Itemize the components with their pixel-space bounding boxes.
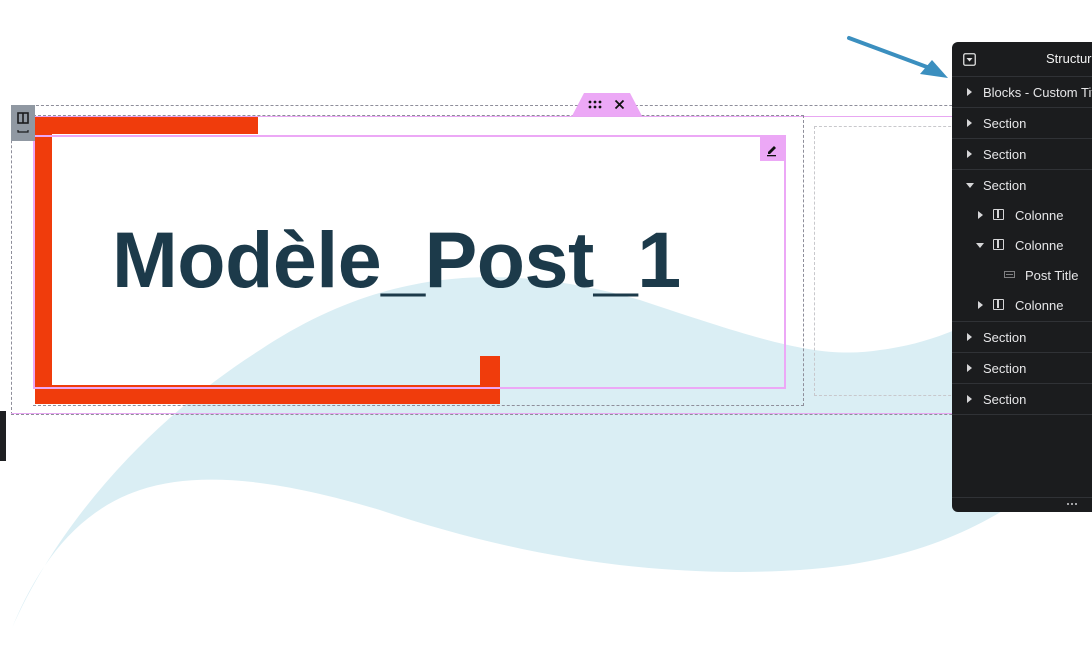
empty-column[interactable] — [814, 126, 966, 396]
tree-item-section[interactable]: Section — [952, 353, 1092, 384]
tree-item-column[interactable]: Colonne — [952, 290, 1092, 322]
section-handle[interactable] — [572, 93, 642, 116]
tree-item-section[interactable]: Blocks - Custom Title — [952, 77, 1092, 108]
tree-item-section[interactable]: Section — [952, 384, 1092, 415]
more-icon[interactable] — [1066, 502, 1078, 506]
post-title[interactable]: Modèle_Post_1 — [112, 212, 681, 308]
section-selection-line — [11, 413, 1092, 414]
tree-item-label: Section — [983, 178, 1027, 193]
tree-item-label: Section — [983, 116, 1027, 131]
tree-item-section[interactable]: Section — [952, 108, 1092, 139]
expand-icon[interactable] — [967, 364, 972, 372]
tree-item-section[interactable]: Section — [952, 170, 1092, 200]
expand-icon[interactable] — [967, 395, 972, 403]
expand-icon[interactable] — [978, 301, 983, 309]
tree-item-label: Colonne — [1015, 238, 1064, 253]
expand-icon[interactable] — [967, 88, 972, 96]
pencil-icon — [767, 146, 776, 157]
tree-item-section[interactable]: Section — [952, 139, 1092, 170]
tree-item-label: Section — [983, 392, 1027, 407]
tree-item-label: Colonne — [1015, 298, 1064, 313]
column-handle[interactable] — [11, 105, 35, 141]
expand-icon[interactable] — [978, 211, 983, 219]
structure-panel-header: Structure — [952, 42, 1092, 77]
structure-panel: Structure Blocks - Custom Title Section … — [952, 42, 1092, 512]
side-toggle[interactable] — [0, 411, 6, 461]
collapse-tree-icon[interactable] — [976, 243, 984, 248]
expand-icon[interactable] — [967, 119, 972, 127]
collapse-icon[interactable] — [963, 53, 976, 66]
column-icon — [993, 209, 1004, 220]
title-widget-icon — [1004, 271, 1015, 278]
tree-item-label: Post Title — [1025, 268, 1079, 283]
tree-item-column[interactable]: Colonne — [952, 200, 1092, 230]
tree-item-label: Section — [983, 147, 1027, 162]
column-icon — [993, 299, 1004, 310]
drag-handle-icon[interactable] — [588, 99, 602, 110]
annotation-arrow-icon — [847, 36, 948, 78]
expand-icon[interactable] — [967, 333, 972, 341]
tree-item-label: Section — [983, 330, 1027, 345]
tree-item-section[interactable]: Section — [952, 322, 1092, 353]
column-icon — [993, 239, 1004, 250]
tree-item-label: Colonne — [1015, 208, 1064, 223]
structure-panel-title: Structure — [1046, 51, 1092, 66]
expand-icon[interactable] — [967, 150, 972, 158]
column-icon — [17, 112, 29, 133]
tree-item-column[interactable]: Colonne — [952, 230, 1092, 260]
tree-item-label: Section — [983, 361, 1027, 376]
orange-bar-top — [35, 117, 258, 134]
collapse-tree-icon[interactable] — [966, 183, 974, 188]
tree-item-widget[interactable]: Post Title — [952, 260, 1092, 290]
close-icon[interactable] — [614, 99, 625, 110]
edit-widget-button[interactable] — [760, 137, 784, 161]
tree-item-label: Blocks - Custom Title — [983, 85, 1092, 100]
panel-resize-footer[interactable] — [952, 497, 1092, 512]
